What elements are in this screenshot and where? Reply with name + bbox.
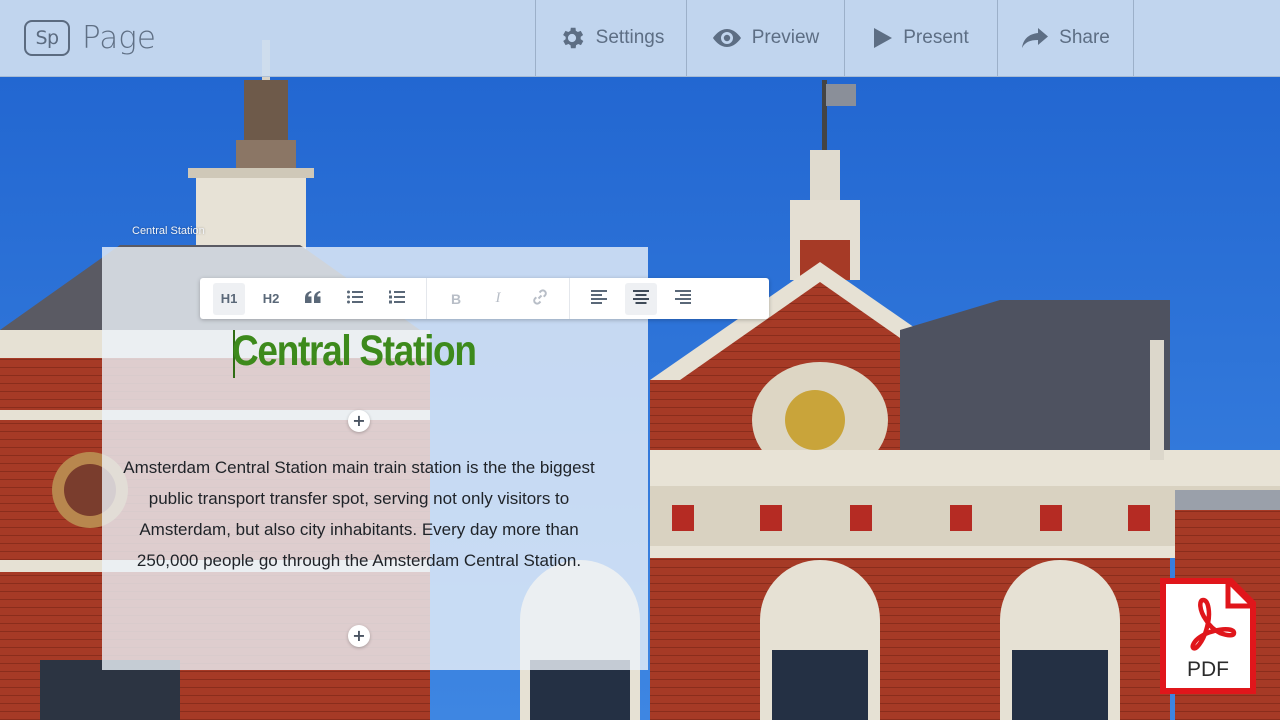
heading-group: H1 H2	[208, 278, 418, 319]
pdf-label: PDF	[1187, 658, 1229, 681]
align-right-icon	[675, 290, 691, 307]
preview-label: Preview	[751, 27, 820, 48]
inline-format-group: B I	[435, 278, 561, 319]
present-button[interactable]: Present	[844, 0, 997, 76]
bulleted-list-button[interactable]	[339, 283, 371, 315]
bulleted-list-icon	[347, 290, 363, 307]
share-label: Share	[1059, 27, 1110, 48]
body-paragraph[interactable]: Amsterdam Central Station main train sta…	[112, 452, 606, 576]
settings-label: Settings	[595, 27, 665, 48]
gear-icon	[558, 24, 586, 52]
block-caption: Central Station	[132, 225, 205, 237]
align-left-icon	[591, 290, 607, 307]
alignment-group	[578, 278, 704, 319]
brand: Sp Page	[0, 0, 535, 76]
header-nav: Settings Preview Present Share	[535, 0, 1134, 76]
italic-button[interactable]: I	[482, 283, 514, 315]
h1-button[interactable]: H1	[213, 282, 245, 315]
quote-icon	[305, 291, 321, 306]
share-arrow-icon	[1021, 27, 1049, 49]
headline-text[interactable]: Central Station	[232, 322, 477, 380]
align-center-button[interactable]	[625, 282, 657, 315]
app-title: Page	[82, 20, 156, 56]
settings-button[interactable]: Settings	[535, 0, 686, 76]
italic-icon: I	[495, 290, 501, 306]
toolbar-divider	[569, 278, 570, 319]
present-label: Present	[903, 27, 969, 48]
pdf-file-badge: PDF	[1156, 574, 1260, 698]
numbered-list-icon	[389, 290, 405, 307]
share-button[interactable]: Share	[997, 0, 1134, 76]
align-right-button[interactable]	[667, 283, 699, 315]
link-button[interactable]	[524, 283, 556, 315]
formatting-toolbar: H1 H2 B I	[200, 278, 769, 319]
numbered-list-button[interactable]	[381, 283, 413, 315]
align-center-icon	[633, 290, 649, 307]
add-content-button-bottom[interactable]: +	[348, 625, 370, 647]
preview-button[interactable]: Preview	[686, 0, 844, 76]
spark-page-logo[interactable]: Sp	[24, 20, 70, 56]
quote-button[interactable]	[297, 283, 329, 315]
align-left-button[interactable]	[583, 283, 615, 315]
add-content-button-top[interactable]: +	[348, 410, 370, 432]
toolbar-divider	[426, 278, 427, 319]
bold-icon: B	[450, 290, 462, 307]
app-header: Sp Page Settings Preview Present Share	[0, 0, 1280, 77]
h2-button[interactable]: H2	[255, 283, 287, 315]
bold-button[interactable]: B	[440, 283, 472, 315]
play-icon	[873, 27, 893, 49]
eye-icon	[712, 27, 742, 49]
link-icon	[531, 288, 549, 309]
